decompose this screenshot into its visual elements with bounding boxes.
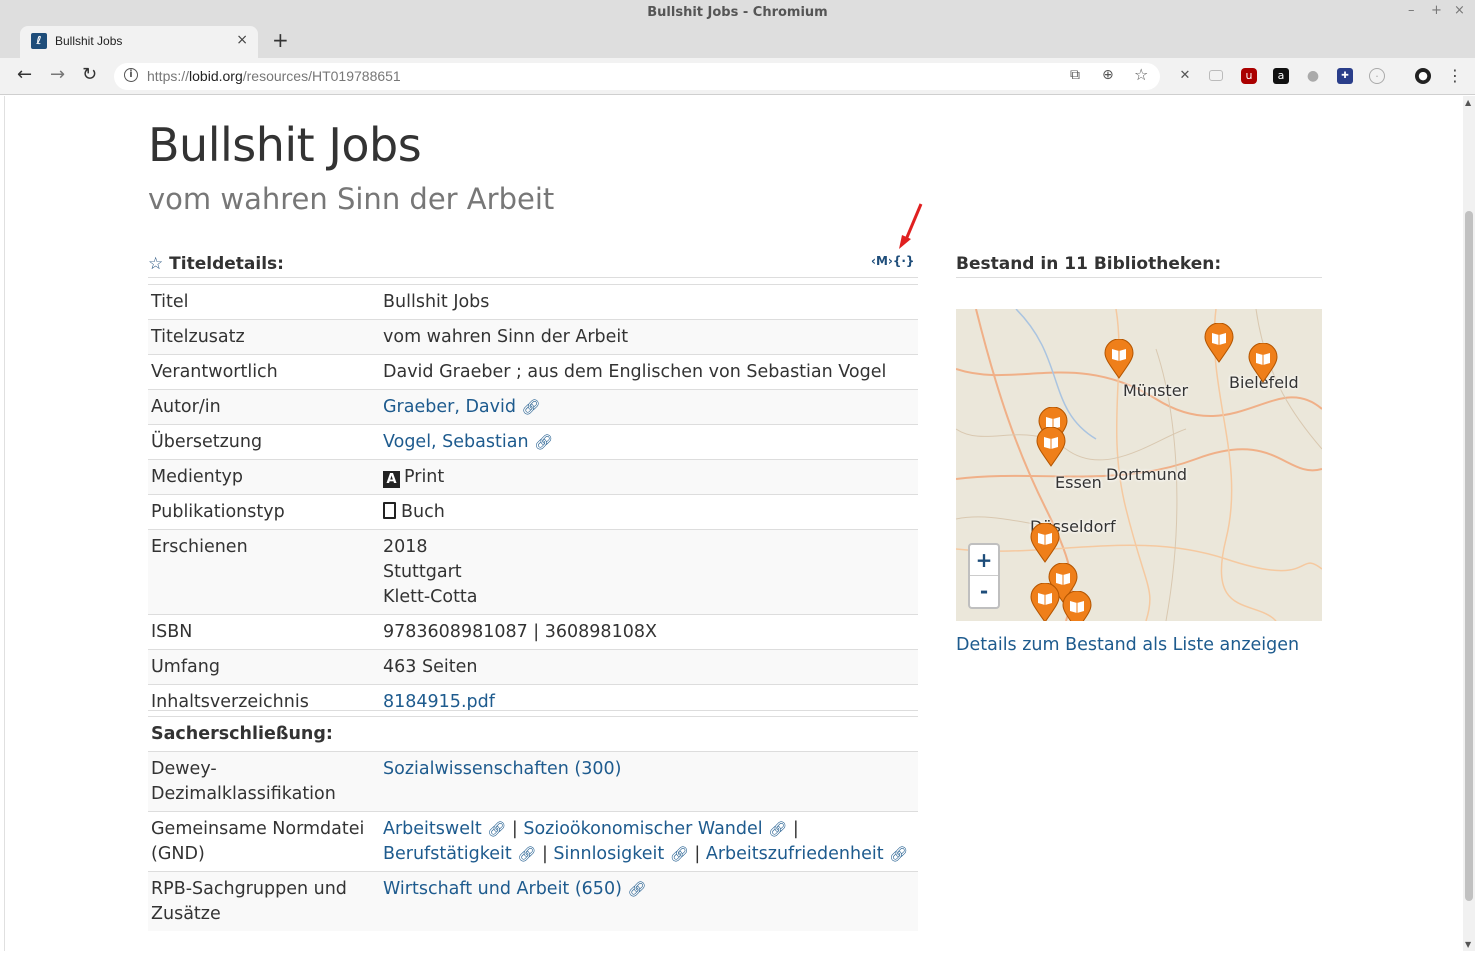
page-subtitle: vom wahren Sinn der Arbeit [148, 182, 555, 216]
dewey-link[interactable]: Sozialwissenschaften (300) [383, 759, 621, 779]
link-chain-icon[interactable]: 🔗︎ [522, 398, 541, 416]
table-row: Gemeinsame Normdatei (GND) Arbeitswelt 🔗… [148, 811, 918, 872]
zoom-out-button[interactable]: - [970, 576, 998, 607]
map-zoom-control: + - [968, 543, 1000, 609]
subject-top-rule [148, 710, 918, 711]
gnd-link-zufriedenheit[interactable]: Arbeitszufriedenheit [706, 844, 884, 864]
table-row: Titel Bullshit Jobs [148, 284, 918, 320]
maximize-icon[interactable]: + [1431, 3, 1442, 18]
map-label-essen: Essen [1055, 473, 1102, 492]
tab-strip: ℓ Bullshit Jobs × + [0, 26, 1475, 58]
gnd-link-wandel[interactable]: Sozioökonomischer Wandel [523, 819, 762, 839]
table-row: Publikationstyp Buch [148, 494, 918, 530]
profile-avatar-icon[interactable]: ● [1415, 68, 1431, 84]
print-type-icon: A [383, 471, 400, 488]
zoom-icon[interactable]: ⊕ [1102, 67, 1114, 83]
table-row: Sacherschließung: [148, 717, 918, 752]
gnd-link-berufstaetigkeit[interactable]: Berufstätigkeit [383, 844, 512, 864]
gnd-link-arbeitswelt[interactable]: Arbeitswelt [383, 819, 482, 839]
menu-kebab-icon[interactable]: ⋮ [1447, 68, 1463, 84]
translator-link[interactable]: Vogel, Sebastian [383, 432, 529, 452]
close-window-icon[interactable]: × [1454, 3, 1465, 18]
library-marker-icon[interactable] [1030, 523, 1060, 563]
address-bar[interactable]: i https://lobid.org/resources/HT01978865… [114, 63, 1160, 90]
lobid-favicon-icon: ℓ [31, 33, 47, 49]
red-arrow-annotation [899, 203, 923, 249]
library-marker-icon[interactable] [1030, 583, 1060, 621]
window-title: Bullshit Jobs - Chromium [647, 5, 828, 20]
back-icon[interactable]: ← [17, 64, 32, 85]
library-marker-icon[interactable] [1104, 339, 1134, 379]
table-row: Erschienen 2018 Stuttgart Klett-Cotta [148, 529, 918, 615]
library-marker-icon[interactable] [1248, 343, 1278, 383]
details-rule [148, 277, 918, 278]
browser-toolbar: ← → ↻ i https://lobid.org/resources/HT01… [0, 58, 1475, 95]
scrollbar-thumb[interactable] [1465, 211, 1473, 901]
bookmark-star-icon[interactable]: ☆ [1134, 65, 1148, 84]
minimize-icon[interactable]: – [1408, 3, 1415, 18]
toc-pdf-link[interactable]: 8184915.pdf [383, 692, 495, 712]
page-title: Bullshit Jobs [148, 118, 422, 172]
holdings-rule [956, 277, 1322, 278]
library-marker-icon[interactable] [1062, 591, 1092, 621]
library-marker-icon[interactable] [1204, 323, 1234, 363]
map-label-dortmund: Dortmund [1106, 465, 1187, 484]
holdings-list-link[interactable]: Details zum Bestand als Liste anzeigen [956, 635, 1299, 655]
forward-icon[interactable]: → [50, 64, 65, 85]
tab-title: Bullshit Jobs [55, 34, 123, 48]
table-row: Verantwortlich David Graeber ; aus dem E… [148, 354, 918, 390]
format-links[interactable]: ‹M›{·} [871, 254, 914, 268]
scroll-up-icon[interactable]: ▲ [1465, 98, 1471, 107]
star-icon: ☆ [148, 254, 164, 274]
page-viewport: Bullshit Jobs vom wahren Sinn der Arbeit… [4, 96, 1462, 951]
tab-bullshit-jobs[interactable]: ℓ Bullshit Jobs × [20, 26, 258, 58]
link-chain-icon[interactable]: 🔗︎ [534, 433, 553, 451]
page-scrollbar[interactable]: ▲ ▼ [1463, 96, 1475, 951]
titeldetails-heading: ☆ Titeldetails: [148, 254, 284, 274]
table-row: Umfang 463 Seiten [148, 649, 918, 685]
table-row: Titelzusatz vom wahren Sinn der Arbeit [148, 319, 918, 355]
link-chain-icon[interactable]: 🔗︎ [670, 845, 689, 863]
library-marker-icon[interactable] [1036, 427, 1066, 467]
link-chain-icon[interactable]: 🔗︎ [487, 820, 506, 838]
map-label-muenster: Münster [1123, 381, 1189, 400]
subject-heading: Sacherschließung: [151, 724, 333, 744]
link-chain-icon[interactable]: 🔗︎ [628, 880, 647, 898]
table-row: Autor/in Graeber, David 🔗︎ [148, 389, 918, 425]
extension-tools-icon[interactable]: ✕ [1177, 68, 1193, 84]
link-chain-icon[interactable]: 🔗︎ [517, 845, 536, 863]
extension-a-icon[interactable]: a [1273, 68, 1289, 84]
window-titlebar: Bullshit Jobs - Chromium – + × [0, 0, 1475, 26]
link-chain-icon[interactable]: 🔗︎ [768, 820, 787, 838]
table-row: Übersetzung Vogel, Sebastian 🔗︎ [148, 424, 918, 460]
table-row: RPB-Sachgruppen und Zusätze Wirtschaft u… [148, 871, 918, 931]
reload-icon[interactable]: ↻ [82, 64, 97, 85]
holdings-heading: Bestand in 11 Bibliotheken: [956, 254, 1222, 274]
address-url[interactable]: https://lobid.org/resources/HT019788651 [147, 68, 401, 84]
tab-close-icon[interactable]: × [236, 32, 248, 48]
table-row: Inhaltsverzeichnis 8184915.pdf [148, 684, 918, 719]
link-chain-icon[interactable]: 🔗︎ [889, 845, 908, 863]
table-row: ISBN 9783608981087 | 360898108X [148, 614, 918, 650]
extension-gray-icon[interactable]: · [1369, 68, 1385, 84]
zoom-in-button[interactable]: + [970, 545, 998, 576]
site-info-icon[interactable]: i [124, 68, 138, 82]
rpb-link[interactable]: Wirtschaft und Arbeit (650) [383, 879, 622, 899]
subject-table: Sacherschließung: Dewey-Dezimalklassifik… [148, 717, 918, 931]
table-row: Dewey-Dezimalklassifikation Sozialwissen… [148, 751, 918, 812]
scroll-down-icon[interactable]: ▼ [1465, 940, 1471, 949]
book-icon [383, 502, 396, 519]
translate-icon[interactable]: ⧉ [1070, 67, 1080, 83]
ublock-icon[interactable]: u [1241, 68, 1257, 84]
author-link[interactable]: Graeber, David [383, 397, 516, 417]
flag-uk-icon[interactable]: ✚ [1337, 68, 1353, 84]
extension-cast-icon[interactable] [1209, 70, 1223, 81]
gnd-link-sinnlosigkeit[interactable]: Sinnlosigkeit [553, 844, 664, 864]
details-table: Titel Bullshit Jobs Titelzusatz vom wahr… [148, 284, 918, 719]
extension-circle-icon[interactable]: ● [1305, 68, 1321, 84]
table-row: Medientyp A Print [148, 459, 918, 495]
holdings-map[interactable]: Münster Bielefeld Essen Dortmund Düsseld… [956, 309, 1322, 621]
new-tab-button[interactable]: + [272, 28, 289, 52]
